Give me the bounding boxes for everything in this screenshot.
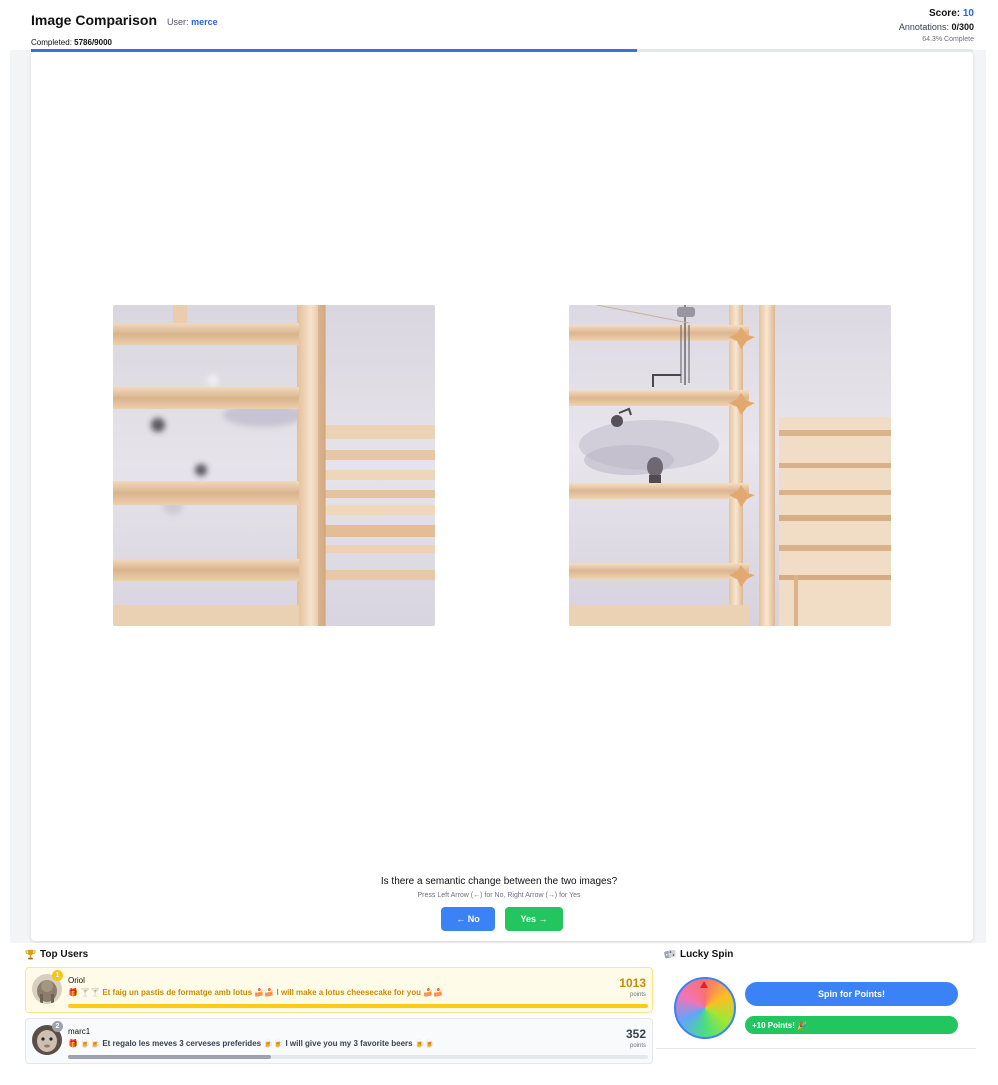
user-points: 1013 [619, 976, 646, 990]
lucky-spin-title: Lucky Spin [664, 949, 733, 960]
annotations-count: Annotations: 0/300 [899, 22, 974, 32]
completed-value: 5786/9000 [74, 38, 112, 47]
top-users-title: Top Users [25, 949, 88, 960]
percent-complete: 64.3% Complete [922, 36, 974, 43]
user-label: User: merce [167, 17, 218, 27]
question-text: Is there a semantic change between the t… [380, 876, 618, 887]
user-progress-fill [68, 1055, 271, 1059]
wheel-pointer-icon [700, 981, 708, 988]
keyboard-hint: Press Left Arrow (←) for No, Right Arrow… [417, 892, 581, 899]
left-image-graphic [113, 305, 435, 626]
completed-count: Completed: 5786/9000 [31, 38, 112, 47]
spin-result: +10 Points! 🎉 [745, 1016, 958, 1034]
user-label-text: User: [167, 17, 189, 27]
points-label: points [629, 992, 646, 998]
user-message: 🎁 🍸🍸 Et faig un pastis de formatge amb l… [68, 988, 444, 997]
header: Image Comparison User: merce Completed: … [0, 0, 998, 50]
user-name: marc1 [68, 1027, 91, 1036]
lucky-spin-label: Lucky Spin [680, 949, 734, 960]
progress-fill [31, 49, 637, 52]
user-progress-bar [68, 1004, 648, 1008]
trophy-icon [25, 949, 36, 960]
user-points: 352 [625, 1027, 646, 1041]
left-image [113, 305, 435, 626]
score: Score: 10 [899, 8, 974, 19]
no-button[interactable]: ← No [441, 907, 495, 931]
user-name: Oriol [68, 976, 85, 985]
spin-button[interactable]: Spin for Points! [745, 982, 958, 1006]
annotations-value: 0/300 [951, 22, 974, 32]
completed-label: Completed: [31, 38, 72, 47]
score-value: 10 [962, 8, 974, 19]
user-name: merce [191, 17, 218, 27]
leaderboard-entry: 2 marc1 🎁 🍺🍺 Et regalo les meves 3 cerve… [25, 1018, 653, 1064]
top-users-label: Top Users [40, 949, 89, 960]
right-image-graphic [569, 305, 891, 626]
yes-button[interactable]: Yes → [505, 907, 563, 931]
rank-badge: 1 [52, 970, 63, 981]
progress-bar [31, 49, 973, 52]
right-image [569, 305, 891, 626]
score-label: Score: [928, 8, 961, 19]
user-message: 🎁 🍺🍺 Et regalo les meves 3 cerveses pref… [68, 1039, 435, 1048]
points-label: points [629, 1043, 646, 1049]
user-progress-fill [68, 1004, 648, 1008]
page-title: Image Comparison [31, 12, 158, 28]
leaderboard-entry: 1 Oriol 🎁 🍸🍸 Et faig un pastis de format… [25, 967, 653, 1013]
user-progress-bar [68, 1055, 648, 1059]
title-row: Image Comparison User: merce [31, 12, 218, 28]
dice-icon [664, 950, 676, 959]
score-block: Score: 10 Annotations: 0/300 64.3% Compl… [899, 8, 974, 43]
annotations-label: Annotations: [898, 22, 949, 32]
rank-badge: 2 [52, 1021, 63, 1032]
